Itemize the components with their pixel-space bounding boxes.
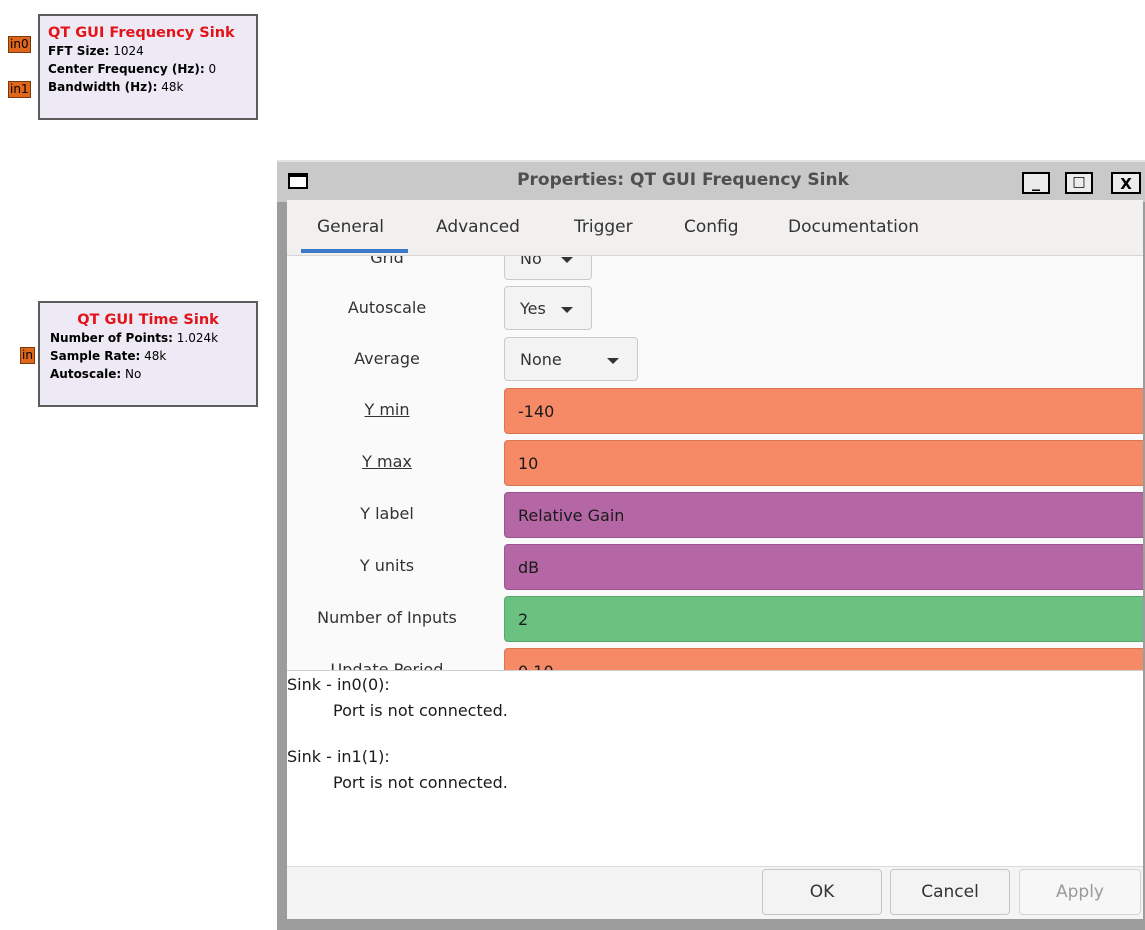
dialog-titlebar[interactable]: Properties: QT GUI Frequency Sink _ □ X	[277, 160, 1145, 202]
combo-value: None	[520, 350, 562, 369]
tab-config[interactable]: Config	[684, 217, 739, 237]
block-time-sink[interactable]: QT GUI Time Sink Number of Points: 1.024…	[38, 301, 258, 407]
param-label: Grid	[370, 256, 404, 267]
block-param-sample-rate: Sample Rate: 48k	[50, 349, 167, 363]
field-value: 2	[518, 610, 529, 629]
average-combo[interactable]: None	[504, 337, 638, 381]
minimize-button[interactable]: _	[1022, 172, 1050, 194]
block-param-center-frequency: Center Frequency (Hz): 0	[48, 62, 217, 76]
number-of-inputs-input[interactable]: 2	[504, 596, 1143, 642]
y-min-input[interactable]: -140	[504, 388, 1143, 434]
tab-general[interactable]: General	[317, 217, 384, 237]
param-label: Average	[354, 349, 420, 368]
properties-dialog: Properties: QT GUI Frequency Sink _ □ X …	[277, 160, 1145, 930]
y-label-input[interactable]: Relative Gain	[504, 492, 1143, 538]
y-units-input[interactable]: dB	[504, 544, 1143, 590]
ok-button[interactable]: OK	[762, 869, 882, 915]
param-row-average: Average None	[287, 337, 1143, 383]
properties-form[interactable]: Grid No Autoscale Yes Average None Y min…	[287, 256, 1143, 670]
param-row-autoscale: Autoscale Yes	[287, 286, 1143, 332]
dialog-title: Properties: QT GUI Frequency Sink	[517, 170, 849, 190]
apply-button[interactable]: Apply	[1019, 869, 1141, 915]
block-param-fft-size: FFT Size: 1024	[48, 44, 144, 58]
param-label: Y units	[359, 556, 415, 575]
param-row-grid: Grid No	[287, 256, 1143, 282]
cancel-button[interactable]: Cancel	[890, 869, 1010, 915]
param-row-y-label: Y label Relative Gain	[287, 492, 1143, 538]
param-label: Autoscale	[347, 298, 427, 317]
dropdown-arrow-icon	[561, 307, 573, 313]
block-title: QT GUI Time Sink	[77, 312, 219, 328]
param-row-y-units: Y units dB	[287, 544, 1143, 590]
error-log: Sink - in0(0): Port is not connected. Si…	[287, 670, 1143, 867]
block-param-autoscale: Autoscale: No	[50, 367, 142, 381]
field-value: 0.10	[518, 662, 554, 670]
field-value: dB	[518, 558, 540, 577]
combo-value: No	[520, 256, 542, 268]
dropdown-arrow-icon	[561, 257, 573, 263]
param-row-update-period: Update Period 0.10	[287, 648, 1143, 670]
tab-trigger[interactable]: Trigger	[574, 217, 633, 237]
param-row-y-min: Y min -140	[287, 388, 1143, 434]
grid-combo[interactable]: No	[504, 256, 592, 280]
autoscale-combo[interactable]: Yes	[504, 286, 592, 330]
dialog-client: General Advanced Trigger Config Document…	[287, 200, 1143, 919]
tab-documentation[interactable]: Documentation	[788, 217, 919, 237]
block-param-bandwidth: Bandwidth (Hz): 48k	[48, 80, 184, 94]
maximize-icon: □	[1072, 174, 1086, 190]
log-port-header: Sink - in0(0):	[287, 675, 390, 694]
dropdown-arrow-icon	[607, 358, 619, 364]
param-label: Y label	[360, 504, 414, 523]
log-port-message: Port is not connected.	[333, 701, 508, 720]
minimize-icon: _	[1032, 172, 1040, 191]
maximize-button[interactable]: □	[1065, 172, 1093, 194]
block-title: QT GUI Frequency Sink	[48, 25, 235, 41]
y-max-input[interactable]: 10	[504, 440, 1143, 486]
block-param-number-of-points: Number of Points: 1.024k	[50, 331, 219, 345]
close-button[interactable]: X	[1111, 172, 1141, 194]
param-label: Y max	[362, 452, 412, 471]
update-period-input[interactable]: 0.10	[504, 648, 1143, 670]
param-row-y-max: Y max 10	[287, 440, 1143, 486]
active-tab-indicator	[301, 249, 408, 253]
param-label: Number of Inputs	[317, 608, 457, 627]
field-value: 10	[518, 454, 539, 473]
close-icon: X	[1120, 175, 1132, 193]
tab-advanced[interactable]: Advanced	[436, 217, 520, 237]
port-in[interactable]: in	[20, 347, 35, 364]
field-value: -140	[518, 402, 555, 421]
log-port-header: Sink - in1(1):	[287, 747, 390, 766]
param-label: Y min	[364, 400, 410, 419]
param-label: Update Period	[330, 660, 444, 670]
block-freq-sink[interactable]: QT GUI Frequency Sink FFT Size: 1024 Cen…	[38, 14, 258, 120]
param-row-number-of-inputs: Number of Inputs 2	[287, 596, 1143, 642]
port-in0[interactable]: in0	[8, 36, 31, 53]
tab-bar: General Advanced Trigger Config Document…	[287, 200, 1143, 256]
field-value: Relative Gain	[518, 506, 625, 525]
dialog-button-bar: OK Cancel Apply	[287, 866, 1143, 919]
log-port-message: Port is not connected.	[333, 773, 508, 792]
port-in1[interactable]: in1	[8, 81, 31, 98]
combo-value: Yes	[520, 299, 546, 318]
